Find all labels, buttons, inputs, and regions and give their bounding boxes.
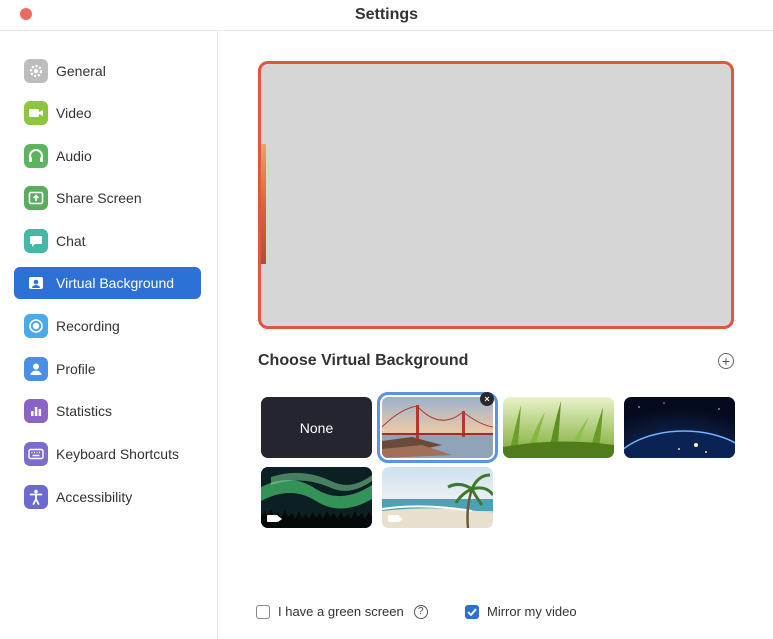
sidebar-item-recording[interactable]: Recording [14, 310, 201, 342]
sidebar-item-video[interactable]: Video [14, 97, 201, 129]
video-camera-icon [24, 101, 48, 125]
chat-bubble-icon [24, 229, 48, 253]
sidebar-item-chat[interactable]: Chat [14, 225, 201, 257]
headphones-icon [24, 144, 48, 168]
title-bar: Settings [0, 0, 773, 31]
checkmark-icon [467, 607, 477, 616]
sidebar-item-virtual-background[interactable]: Virtual Background [14, 267, 201, 299]
sidebar-item-keyboard-shortcuts[interactable]: Keyboard Shortcuts [14, 438, 201, 470]
sidebar-item-label: Profile [56, 361, 96, 377]
sidebar-item-audio[interactable]: Audio [14, 140, 201, 172]
sidebar-item-general[interactable]: General [14, 55, 201, 87]
golden-gate-image [382, 397, 493, 458]
background-beach-video[interactable] [382, 467, 493, 528]
gear-icon [24, 59, 48, 83]
sidebar-item-label: Accessibility [56, 489, 133, 505]
sidebar-item-label: Virtual Background [56, 275, 175, 291]
bar-chart-icon [24, 399, 48, 423]
background-aurora-video[interactable] [261, 467, 372, 528]
sidebar-item-label: Video [56, 105, 92, 121]
mirror-video-checkbox[interactable] [465, 604, 479, 619]
background-golden-gate-bridge[interactable] [377, 392, 498, 463]
sidebar-item-profile[interactable]: Profile [14, 353, 201, 385]
green-screen-checkbox[interactable] [256, 604, 270, 619]
sidebar-item-share-screen[interactable]: Share Screen [14, 182, 201, 214]
video-preview [258, 61, 734, 329]
person-icon [24, 357, 48, 381]
sidebar-item-statistics[interactable]: Statistics [14, 395, 201, 427]
preview-edge [261, 144, 266, 264]
share-screen-icon [24, 186, 48, 210]
accessibility-icon [24, 485, 48, 509]
video-badge-icon [267, 515, 282, 522]
sidebar-item-label: Keyboard Shortcuts [56, 446, 179, 462]
sidebar-item-accessibility[interactable]: Accessibility [14, 481, 201, 513]
mirror-video-option[interactable]: Mirror my video [465, 604, 577, 619]
choose-background-title: Choose Virtual Background [258, 352, 469, 369]
background-earth-from-space[interactable] [624, 397, 735, 458]
sidebar: General Video Audio Share Screen Chat Vi… [0, 31, 218, 639]
background-none[interactable]: None [261, 397, 372, 458]
video-badge-icon [388, 515, 403, 522]
mirror-video-label: Mirror my video [487, 604, 577, 619]
record-icon [24, 314, 48, 338]
earth-image [624, 397, 735, 458]
sidebar-item-label: Share Screen [56, 190, 142, 206]
sidebar-item-label: General [56, 63, 106, 79]
green-screen-label: I have a green screen [278, 604, 404, 619]
sidebar-item-label: Audio [56, 148, 92, 164]
sidebar-item-label: Recording [56, 318, 120, 334]
sidebar-item-label: Statistics [56, 403, 113, 419]
add-background-button[interactable]: + [718, 353, 734, 369]
keyboard-icon [24, 442, 48, 466]
sidebar-item-label: Chat [56, 233, 86, 249]
user-card-icon [24, 271, 48, 295]
window-title: Settings [354, 6, 419, 23]
green-screen-option[interactable]: I have a green screen ? [256, 604, 428, 619]
help-icon[interactable]: ? [413, 604, 428, 619]
remove-background-button[interactable]: × [480, 392, 494, 406]
grass-image [503, 397, 614, 458]
background-grass[interactable] [503, 397, 614, 458]
